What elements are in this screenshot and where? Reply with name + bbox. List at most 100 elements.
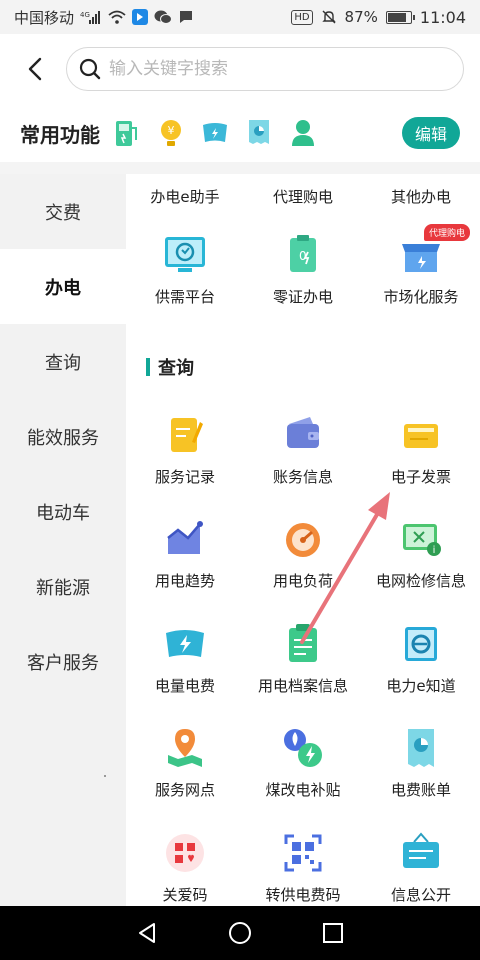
grid-item-agent-purchase[interactable]: 代理购电 (244, 178, 362, 207)
search-box[interactable] (66, 47, 464, 91)
grid-item-grid-maintenance[interactable]: i 电网检修信息 (362, 516, 480, 591)
grid-item-label: 关爱码 (162, 886, 208, 904)
grid-item-label: 用电趋势 (154, 572, 215, 590)
grid-item-electricity-bill[interactable]: 电费账单 (362, 725, 480, 800)
svg-text:¥: ¥ (168, 124, 175, 137)
grid-item-label: 电力e知道 (386, 677, 456, 695)
circle-home-icon (228, 922, 251, 944)
qr-scan-icon (280, 830, 326, 876)
grid-item-label: 信息公开 (390, 886, 451, 904)
sidebar-item-nengxiao[interactable]: 能效服务 (0, 399, 126, 474)
grid-item-coal-subsidy[interactable]: 煤改电补贴 (244, 725, 362, 800)
sidebar-item-kehufuwu[interactable]: 客户服务 (0, 624, 126, 699)
nav-home-button[interactable] (220, 913, 260, 953)
grid-item-supply-demand[interactable]: 供需平台 (126, 232, 244, 307)
grid-item-label: 代理购电 (272, 188, 333, 206)
query-section-header: 查询 (146, 354, 194, 380)
clipboard-icon (280, 621, 326, 667)
sidebar-item-chaxun[interactable]: 查询 (0, 324, 126, 399)
grid-item-label: 电费账单 (390, 781, 451, 799)
triangle-back-icon (138, 923, 155, 943)
grid-item-label: 用电档案信息 (257, 677, 348, 695)
care-code-icon (162, 830, 208, 876)
search-input[interactable] (109, 59, 429, 79)
grid-item-label: 供需平台 (154, 288, 215, 306)
supply-demand-icon (162, 232, 208, 278)
grid-item-transfer-fee-code[interactable]: 转供电费码 (244, 830, 362, 905)
coal-to-electric-icon (280, 725, 326, 771)
message-icon (178, 9, 194, 25)
square-recents-icon (323, 923, 344, 943)
grid-item-usage-archive[interactable]: 用电档案信息 (244, 621, 362, 696)
system-nav-bar (0, 906, 480, 960)
grid-item-usage-trend[interactable]: 用电趋势 (126, 516, 244, 591)
carrier-name: 中国移动 (14, 8, 75, 27)
sidebar-item-diandongche[interactable]: 电动车 (0, 474, 126, 549)
gauge-icon (280, 516, 326, 562)
grid-item-label: 市场化服务 (383, 288, 459, 306)
nav-recents-button[interactable] (313, 913, 353, 953)
grid-item-other-bandian[interactable]: 其他办电 (362, 178, 480, 207)
service-record-icon (162, 412, 208, 458)
zero-certificate-icon: 0 (280, 232, 326, 278)
grid-item-usage-load[interactable]: 用电负荷 (244, 516, 362, 591)
grid-item-e-invoice[interactable]: 电子发票 (362, 412, 480, 487)
bulb-coin-icon[interactable]: ¥ (156, 118, 186, 148)
search-header (0, 34, 480, 104)
search-icon (79, 58, 101, 80)
grid-item-care-code[interactable]: 关爱码 (126, 830, 244, 905)
grid-item-zero-certificate[interactable]: 0 零证办电 (244, 232, 362, 307)
wechat-icon (154, 9, 173, 25)
section-title: 查询 (158, 358, 194, 379)
user-icon[interactable] (288, 118, 318, 148)
divider (0, 162, 480, 174)
grid-item-label: 办电e助手 (150, 188, 220, 206)
section-accent-bar (146, 358, 150, 376)
grid-item-electricity-fee[interactable]: 电量电费 (126, 621, 244, 696)
agent-purchase-badge: 代理购电 (424, 224, 471, 241)
grid-item-label: 电子发票 (390, 468, 451, 486)
lightning-card-icon[interactable] (200, 118, 230, 148)
favorites-title: 常用功能 (20, 122, 100, 147)
grid-item-info-disclosure[interactable]: 信息公开 (362, 830, 480, 905)
charging-pile-icon[interactable] (112, 118, 142, 148)
battery-icon (385, 10, 415, 24)
grid-item-label: 其他办电 (390, 188, 451, 206)
grid-item-label: 账务信息 (272, 468, 333, 486)
grid-item-label: 煤改电补贴 (265, 781, 341, 799)
favorites-bar: 常用功能 ¥ 编辑 (0, 104, 480, 162)
grid-item-account-info[interactable]: 账务信息 (244, 412, 362, 487)
signal-icon: 4G (80, 10, 102, 24)
grid-item-label: 零证办电 (272, 288, 333, 306)
svg-text:i: i (433, 545, 436, 556)
clock: 11:04 (419, 7, 466, 27)
grid-item-service-outlet[interactable]: 服务网点 (126, 725, 244, 800)
back-button[interactable] (12, 46, 58, 92)
grid-item-label: 服务记录 (154, 468, 215, 486)
bill-icon (398, 725, 444, 771)
sidebar-item-xinnengyuan[interactable]: 新能源 (0, 549, 126, 624)
status-bar: 中国移动 4G HD 87% 11:04 (0, 0, 480, 34)
grid-item-service-record[interactable]: 服务记录 (126, 412, 244, 487)
trend-chart-icon (162, 516, 208, 562)
nav-back-button[interactable] (127, 913, 167, 953)
sidebar-item-bandian[interactable]: 办电 (0, 249, 126, 324)
edit-button[interactable]: 编辑 (402, 117, 460, 149)
knowledge-icon (398, 621, 444, 667)
sidebar-item-jiaofei[interactable]: 交费 (0, 174, 126, 249)
service-grid: 办电e助手 代理购电 其他办电 供需平台 0 零证办电 代理购电 市场化服务 查… (126, 174, 480, 906)
electricity-fee-icon (162, 621, 208, 667)
grid-item-power-knowledge[interactable]: 电力e知道 (362, 621, 480, 696)
grid-item-label: 用电负荷 (272, 572, 333, 590)
grid-item-bandian-assistant[interactable]: 办电e助手 (126, 178, 244, 207)
notice-board-icon (398, 830, 444, 876)
scroll-dot (104, 775, 106, 777)
market-store-icon: 代理购电 (398, 224, 471, 278)
grid-item-label: 服务网点 (154, 781, 215, 799)
app-notification-icon (132, 9, 149, 25)
grid-maintenance-icon: i (398, 516, 444, 562)
back-arrow-icon (28, 57, 42, 81)
grid-item-market-service[interactable]: 代理购电 市场化服务 (362, 224, 480, 307)
pie-document-icon[interactable] (244, 118, 274, 148)
grid-item-label: 电量电费 (154, 677, 215, 695)
